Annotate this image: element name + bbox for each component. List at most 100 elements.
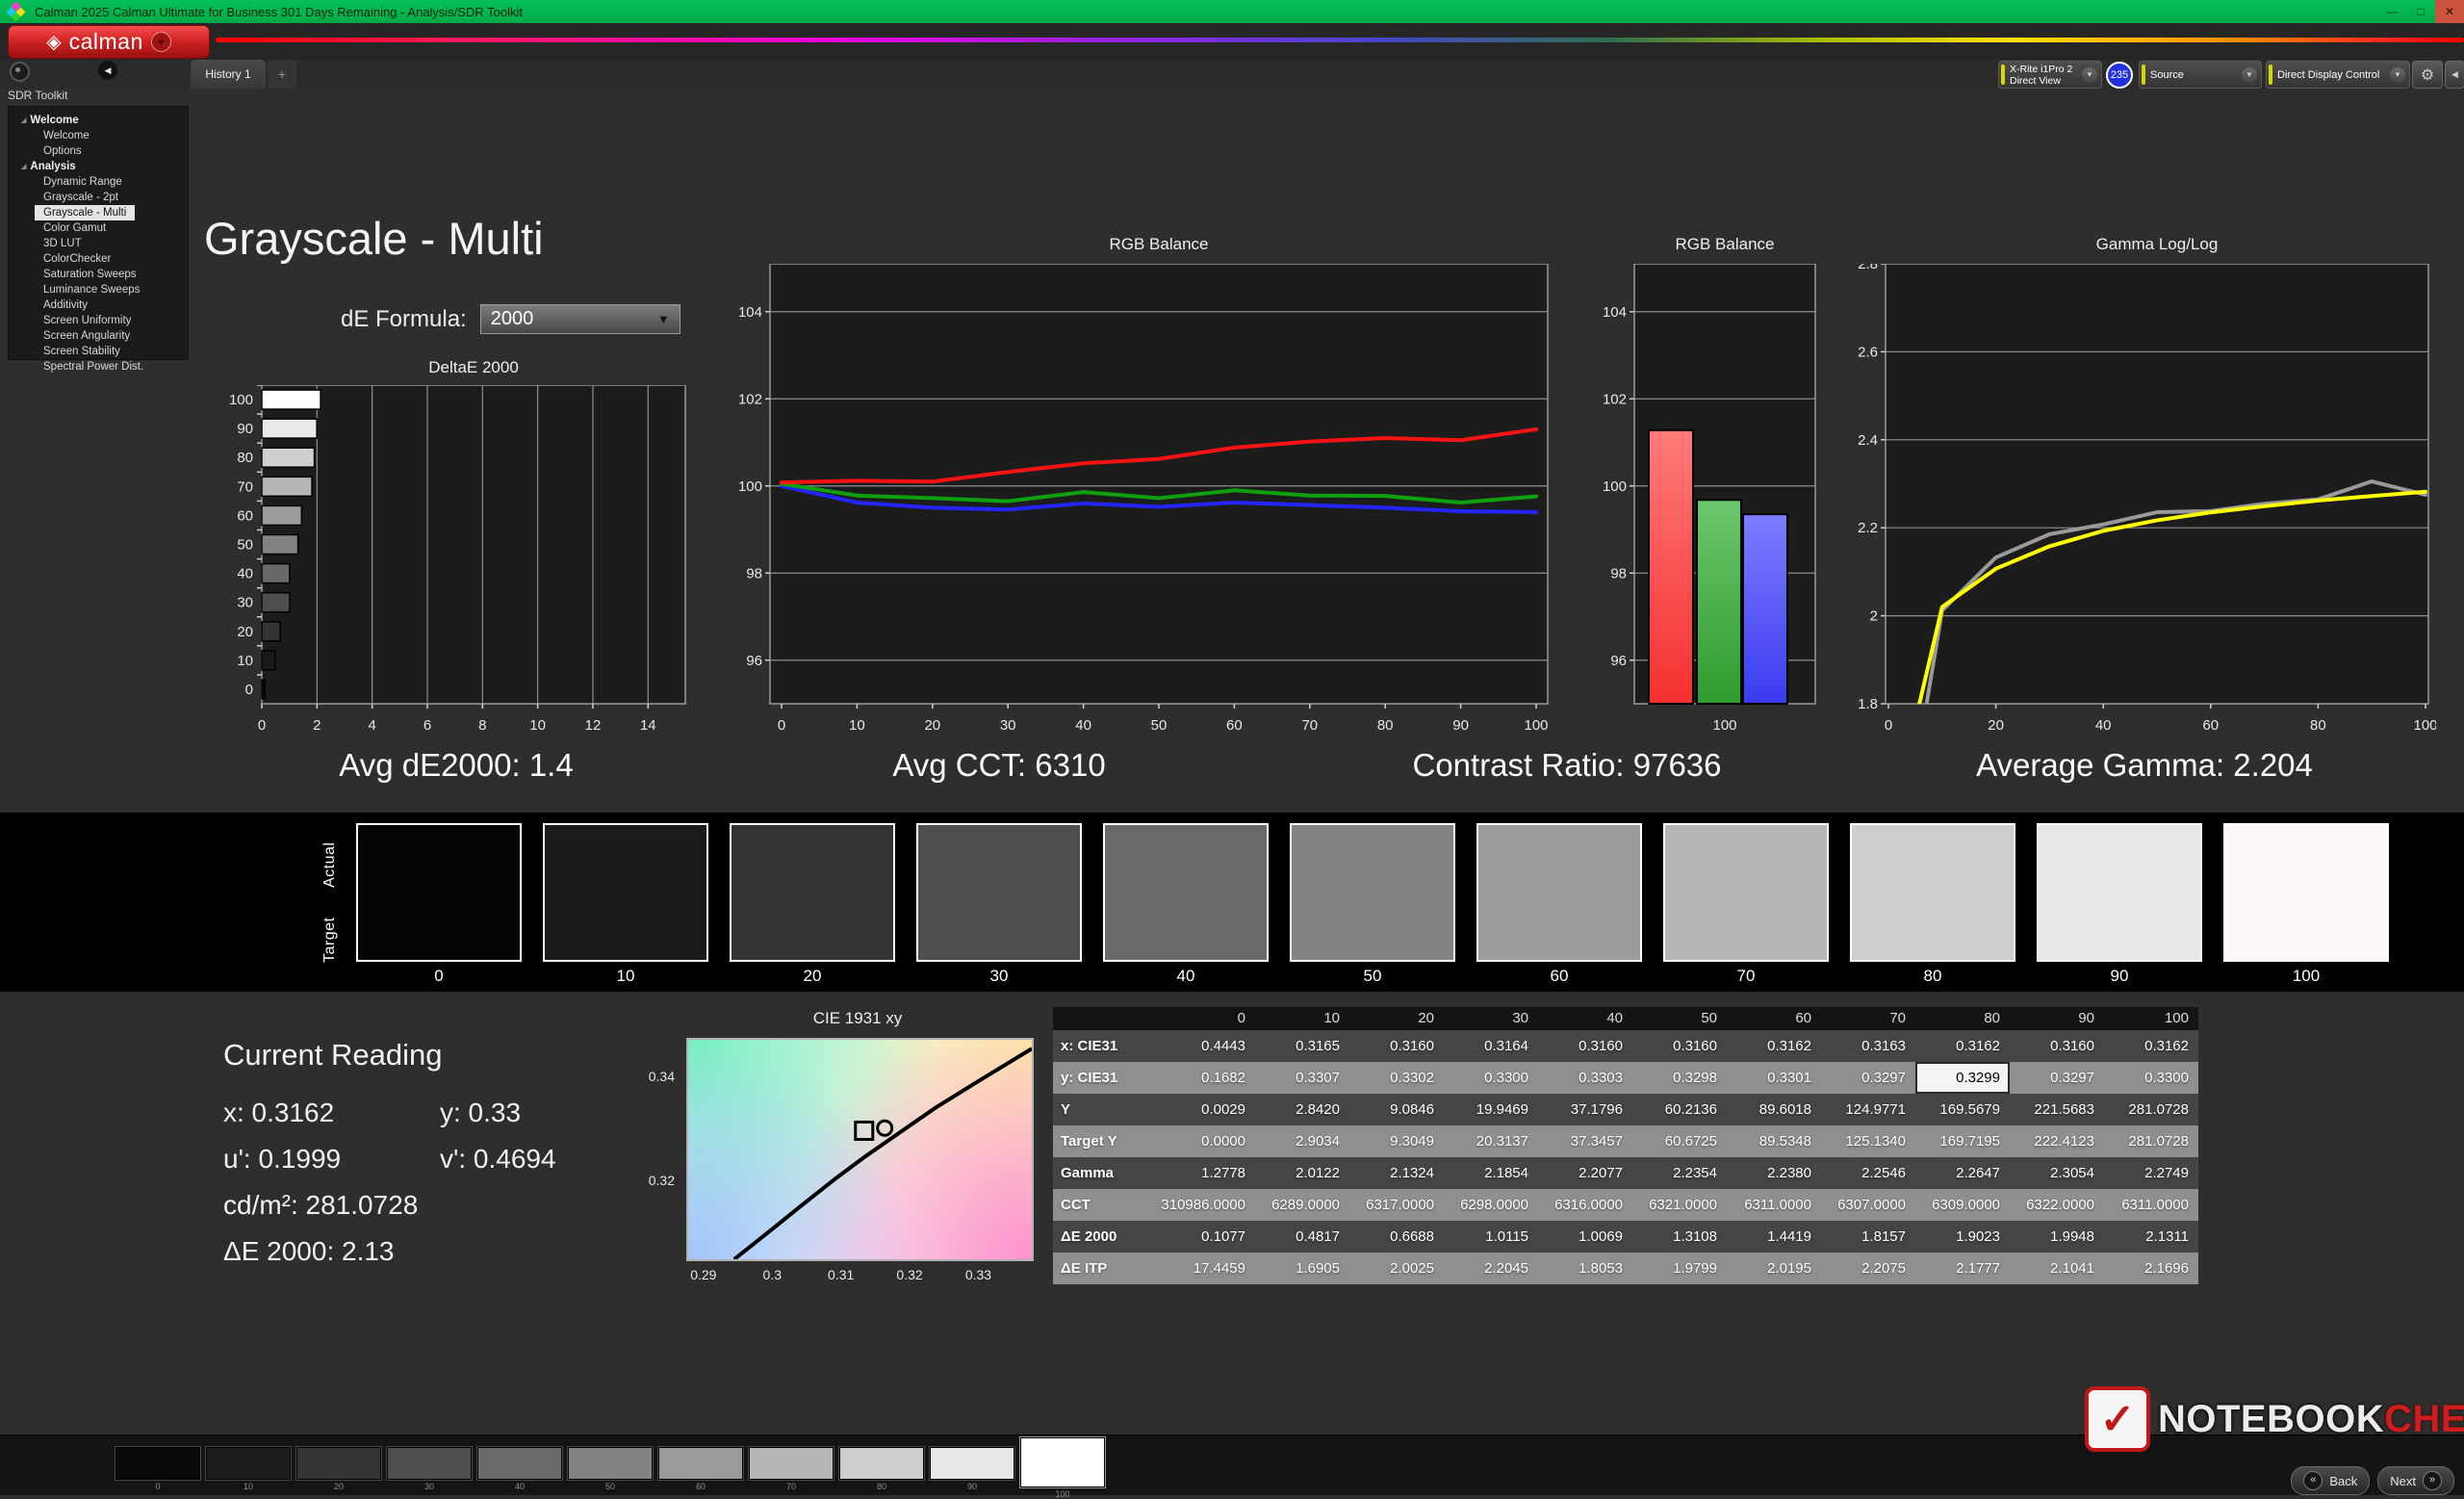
table-cell[interactable]: 37.1796 <box>1538 1094 1632 1125</box>
tab-history-1[interactable]: History 1 <box>191 60 266 89</box>
meter-count-badge[interactable]: 235 <box>2106 62 2133 89</box>
table-cell[interactable]: 0.3162 <box>1727 1030 1821 1062</box>
table-cell[interactable]: 2.8420 <box>1255 1094 1349 1125</box>
back-button[interactable]: « Back <box>2291 1466 2370 1495</box>
table-cell[interactable]: 222.4123 <box>2010 1125 2104 1157</box>
table-cell[interactable]: 9.3049 <box>1349 1125 1444 1157</box>
table-cell[interactable]: 6317.0000 <box>1349 1189 1444 1221</box>
table-cell[interactable]: 0.3163 <box>1821 1030 1915 1062</box>
table-cell[interactable]: 0.0029 <box>1161 1094 1255 1125</box>
table-cell[interactable]: 1.9948 <box>2010 1221 2104 1253</box>
calman-menu-button[interactable]: ◈ calman ▼ <box>8 25 210 59</box>
table-cell[interactable]: 89.6018 <box>1727 1094 1821 1125</box>
table-cell[interactable]: 0.3297 <box>2010 1062 2104 1094</box>
add-tab-button[interactable]: + <box>268 60 296 89</box>
table-cell[interactable]: 6321.0000 <box>1632 1189 1727 1221</box>
table-cell[interactable]: 2.2075 <box>1821 1253 1915 1284</box>
pattern-swatch-100[interactable]: 100 <box>1020 1447 1105 1499</box>
table-cell[interactable]: 124.9771 <box>1821 1094 1915 1125</box>
table-cell[interactable]: 0.3303 <box>1538 1062 1632 1094</box>
table-cell[interactable]: 6322.0000 <box>2010 1189 2104 1221</box>
panel-collapse-button[interactable]: ◀ <box>2445 61 2464 89</box>
pattern-swatch-80[interactable]: 80 <box>839 1447 924 1491</box>
table-cell[interactable]: 1.0115 <box>1444 1221 1538 1253</box>
table-cell[interactable]: 1.2778 <box>1161 1157 1255 1189</box>
table-cell[interactable]: 60.2136 <box>1632 1094 1727 1125</box>
table-cell[interactable]: 2.2380 <box>1727 1157 1821 1189</box>
table-cell[interactable]: 0.3160 <box>1538 1030 1632 1062</box>
table-cell[interactable]: 2.0025 <box>1349 1253 1444 1284</box>
table-cell[interactable]: 2.1854 <box>1444 1157 1538 1189</box>
pattern-swatch-90[interactable]: 90 <box>930 1447 1014 1491</box>
sidebar-item-screen-uniformity[interactable]: Screen Uniformity <box>9 313 188 328</box>
meter-dropdown[interactable]: X-Rite i1Pro 2 Direct View ▼ <box>1998 61 2102 89</box>
sidebar-pin-button[interactable] <box>10 62 30 82</box>
table-cell[interactable]: 0.1077 <box>1161 1221 1255 1253</box>
table-cell[interactable]: 0.3160 <box>1349 1030 1444 1062</box>
table-cell[interactable]: 19.9469 <box>1444 1094 1538 1125</box>
table-cell[interactable]: 0.4443 <box>1161 1030 1255 1062</box>
table-cell[interactable]: 0.3162 <box>1915 1030 2010 1062</box>
table-cell[interactable]: 0.3302 <box>1349 1062 1444 1094</box>
sidebar-item-welcome[interactable]: Welcome <box>9 128 188 143</box>
table-cell[interactable]: 0.1682 <box>1161 1062 1255 1094</box>
table-cell[interactable]: 6311.0000 <box>2104 1189 2198 1221</box>
table-cell[interactable]: 17.4459 <box>1161 1253 1255 1284</box>
table-cell[interactable]: 1.3108 <box>1632 1221 1727 1253</box>
sidebar-item-3d-lut[interactable]: 3D LUT <box>9 236 188 251</box>
table-cell[interactable]: 0.3160 <box>2010 1030 2104 1062</box>
table-cell[interactable]: 1.8053 <box>1538 1253 1632 1284</box>
table-cell[interactable]: 2.2045 <box>1444 1253 1538 1284</box>
table-cell[interactable]: 6298.0000 <box>1444 1189 1538 1221</box>
pattern-swatch-50[interactable]: 50 <box>568 1447 653 1491</box>
sidebar-item-dynamic-range[interactable]: Dynamic Range <box>9 174 188 190</box>
table-cell[interactable]: 6307.0000 <box>1821 1189 1915 1221</box>
table-cell[interactable]: 0.4817 <box>1255 1221 1349 1253</box>
sidebar-item-screen-stability[interactable]: Screen Stability <box>9 344 188 359</box>
table-cell[interactable]: 125.1340 <box>1821 1125 1915 1157</box>
sidebar-item-additivity[interactable]: Additivity <box>9 297 188 313</box>
table-cell[interactable]: 6316.0000 <box>1538 1189 1632 1221</box>
table-cell[interactable]: 0.3160 <box>1632 1030 1727 1062</box>
table-cell[interactable]: 0.3301 <box>1727 1062 1821 1094</box>
table-cell[interactable]: 0.0000 <box>1161 1125 1255 1157</box>
sidebar-item-grayscale-2pt[interactable]: Grayscale - 2pt <box>9 190 188 205</box>
table-cell[interactable]: 2.1041 <box>2010 1253 2104 1284</box>
table-cell[interactable]: 2.2077 <box>1538 1157 1632 1189</box>
table-cell[interactable]: 281.0728 <box>2104 1094 2198 1125</box>
sidebar-collapse-icon[interactable]: ◀ <box>98 61 117 80</box>
table-cell[interactable]: 2.1311 <box>2104 1221 2198 1253</box>
table-cell[interactable]: 0.3300 <box>1444 1062 1538 1094</box>
table-cell[interactable]: 0.3300 <box>2104 1062 2198 1094</box>
table-cell[interactable]: 2.0122 <box>1255 1157 1349 1189</box>
table-cell[interactable]: 1.9799 <box>1632 1253 1727 1284</box>
table-cell[interactable]: 0.3297 <box>1821 1062 1915 1094</box>
table-cell[interactable]: 169.7195 <box>1915 1125 2010 1157</box>
tree-group-welcome[interactable]: ◢Welcome <box>9 113 188 128</box>
sidebar-item-colorchecker[interactable]: ColorChecker <box>9 251 188 267</box>
table-cell[interactable]: 1.0069 <box>1538 1221 1632 1253</box>
table-cell[interactable]: 37.3457 <box>1538 1125 1632 1157</box>
table-cell[interactable]: 2.9034 <box>1255 1125 1349 1157</box>
pattern-swatch-30[interactable]: 30 <box>387 1447 472 1491</box>
table-cell[interactable]: 221.5683 <box>2010 1094 2104 1125</box>
de-formula-select[interactable]: 2000 ▼ <box>480 304 680 334</box>
source-dropdown[interactable]: Source ▼ <box>2139 61 2262 89</box>
table-cell[interactable]: 9.0846 <box>1349 1094 1444 1125</box>
sidebar-item-screen-angularity[interactable]: Screen Angularity <box>9 328 188 344</box>
table-cell[interactable]: 0.3165 <box>1255 1030 1349 1062</box>
table-cell[interactable]: 2.2354 <box>1632 1157 1727 1189</box>
pattern-swatch-40[interactable]: 40 <box>477 1447 562 1491</box>
table-cell[interactable]: 281.0728 <box>2104 1125 2198 1157</box>
sidebar-item-luminance-sweeps[interactable]: Luminance Sweeps <box>9 282 188 297</box>
maximize-button[interactable]: □ <box>2406 0 2435 23</box>
table-cell[interactable]: 1.6905 <box>1255 1253 1349 1284</box>
close-button[interactable]: ✕ <box>2435 0 2464 23</box>
table-cell[interactable]: 60.6725 <box>1632 1125 1727 1157</box>
minimize-button[interactable]: — <box>2377 0 2406 23</box>
pattern-swatch-20[interactable]: 20 <box>296 1447 381 1491</box>
table-cell[interactable]: 2.3054 <box>2010 1157 2104 1189</box>
table-cell[interactable]: 2.2647 <box>1915 1157 2010 1189</box>
table-cell[interactable]: 0.3298 <box>1632 1062 1727 1094</box>
table-cell[interactable]: 2.1696 <box>2104 1253 2198 1284</box>
